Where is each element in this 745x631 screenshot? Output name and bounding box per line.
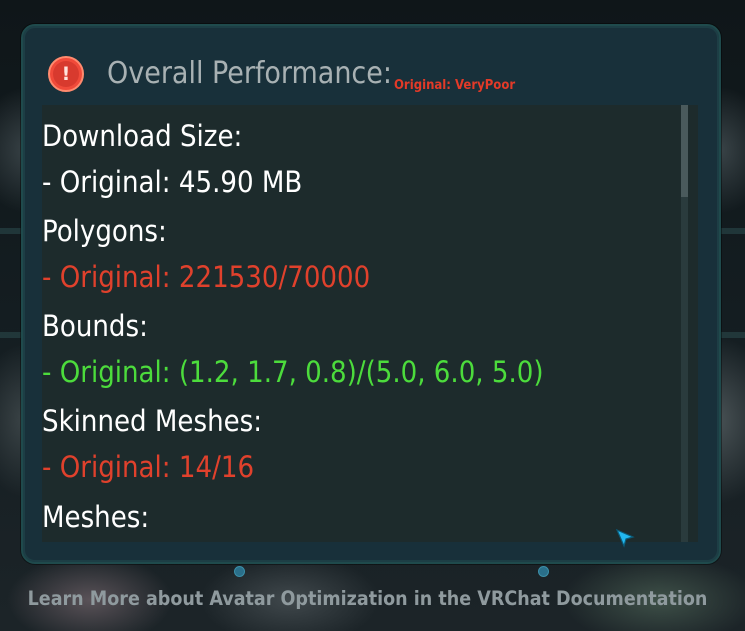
overall-status: Original: VeryPoor	[393, 78, 516, 93]
stat-label-skinned-meshes: Skinned Meshes:	[42, 404, 263, 438]
page-indicator-dot[interactable]	[538, 566, 549, 577]
scrollbar-thumb[interactable]	[681, 105, 688, 197]
stat-label-meshes: Meshes:	[42, 500, 150, 534]
pointer-cursor-icon	[615, 528, 635, 548]
warning-icon: !	[48, 56, 84, 92]
stat-value-skinned-meshes: - Original: 14/16	[42, 450, 255, 484]
vrchat-docs-link[interactable]: Learn More about Avatar Optimization in …	[0, 589, 735, 609]
stat-value-bounds: - Original: (1.2, 1.7, 0.8)/(5.0, 6.0, 5…	[42, 355, 544, 389]
stat-label-bounds: Bounds:	[42, 309, 148, 343]
stat-value-polygons: - Original: 221530/70000	[42, 260, 371, 294]
stat-label-download-size: Download Size:	[42, 119, 243, 153]
stats-list[interactable]: Download Size: - Original: 45.90 MB Poly…	[42, 105, 698, 542]
stat-label-polygons: Polygons:	[42, 214, 167, 248]
performance-panel: ! Overall Performance: Original: VeryPoo…	[21, 24, 721, 564]
vertical-scrollbar[interactable]	[681, 105, 688, 542]
panel-title: Overall Performance:	[107, 56, 392, 91]
page-indicator-dot[interactable]	[234, 566, 245, 577]
stat-value-download-size: - Original: 45.90 MB	[42, 165, 303, 199]
panel-header: ! Overall Performance: Original: VeryPoo…	[48, 52, 515, 96]
